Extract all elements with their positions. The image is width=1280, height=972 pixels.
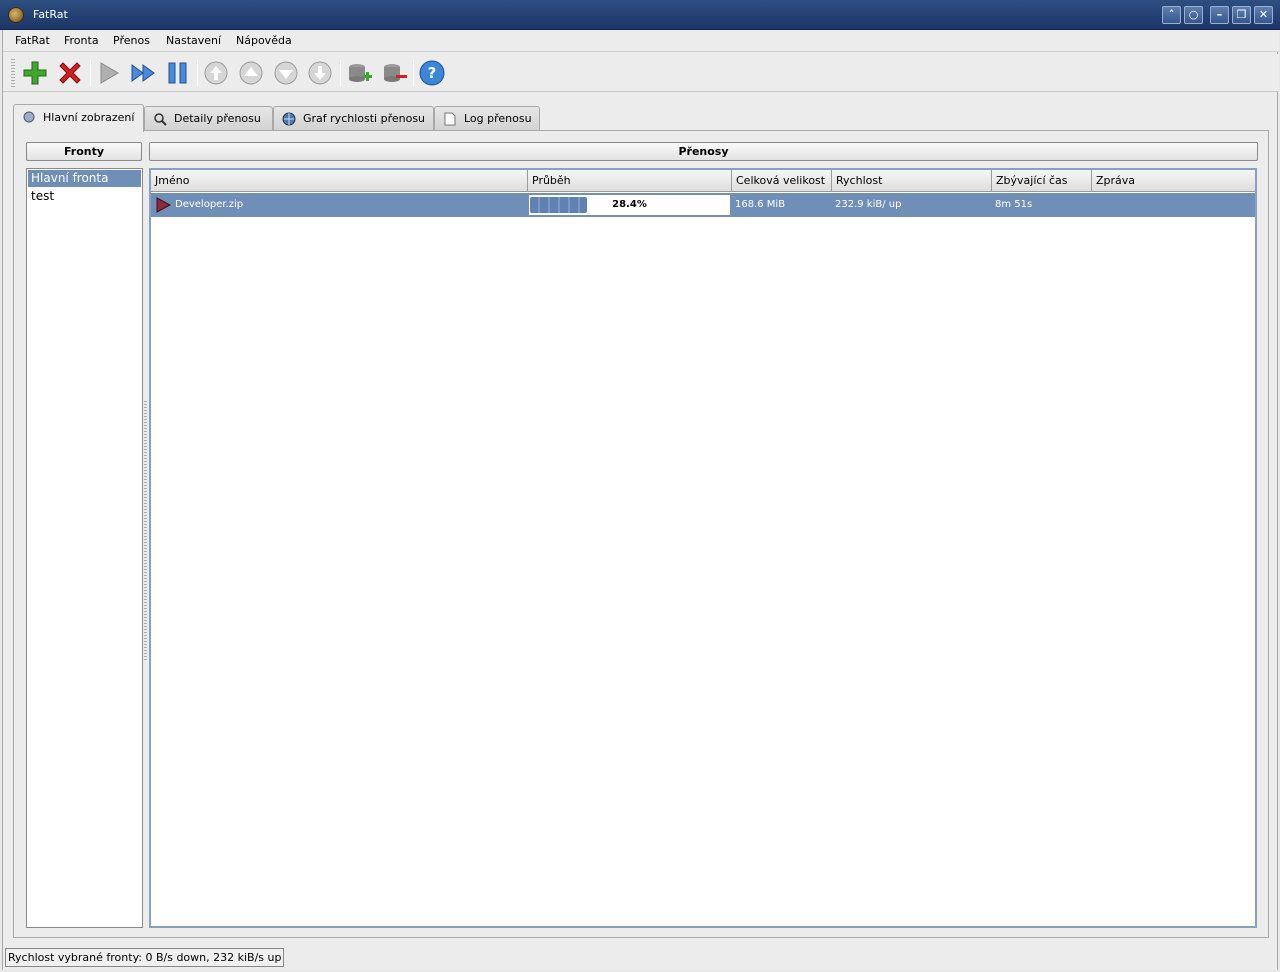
status-bar: Rychlost vybrané fronty: 0 B/s down, 232… (5, 948, 285, 967)
transfers-header: Přenosy (149, 142, 1258, 161)
transfer-remaining: 8m 51s (995, 199, 1033, 210)
active-transfer-icon (156, 197, 171, 213)
transfer-name: Developer.zip (175, 199, 244, 210)
main-view-panel: Fronty Přenosy Hlavní fronta test Jméno … (13, 130, 1269, 938)
sticky-button[interactable]: ○ (1184, 6, 1203, 24)
resume-icon[interactable] (94, 58, 124, 88)
column-header-speed[interactable]: Rychlost (832, 170, 992, 192)
globe-icon (282, 112, 296, 126)
splitter-handle[interactable] (144, 401, 147, 661)
svg-text:?: ? (428, 64, 437, 82)
delete-transfer-icon[interactable] (55, 58, 85, 88)
main-view-icon (23, 111, 35, 123)
toolbar-separator (413, 60, 414, 86)
menu-napoveda[interactable]: Nápověda (230, 32, 298, 50)
toolbar: ? (3, 54, 1279, 92)
document-icon (444, 112, 456, 126)
queue-list[interactable]: Hlavní fronta test (26, 168, 143, 928)
column-header-progress[interactable]: Průběh (528, 170, 732, 192)
magnifier-icon (154, 113, 167, 126)
tab-transfer-log[interactable]: Log přenosu (434, 106, 540, 131)
menu-fronta[interactable]: Fronta (58, 32, 105, 50)
menu-bar: FatRat Fronta Přenos Nastavení Nápověda (3, 30, 1279, 52)
title-bar: FatRat ˄ ○ – ❐ ✕ (0, 0, 1280, 30)
shade-button[interactable]: ˄ (1162, 6, 1181, 24)
progress-bar: 28.4% (528, 194, 731, 216)
app-icon (8, 7, 24, 23)
menu-fatrat[interactable]: FatRat (9, 32, 56, 50)
transfer-size: 168.6 MiB (735, 199, 786, 210)
move-down-icon[interactable] (271, 58, 301, 88)
transfer-table[interactable]: Jméno Průběh Celková velikost Rychlost Z… (149, 168, 1257, 928)
window-title: FatRat (33, 8, 68, 21)
maximize-button[interactable]: ❐ (1232, 6, 1251, 24)
force-resume-icon[interactable] (128, 58, 158, 88)
queues-header: Fronty (26, 142, 142, 161)
column-header-remaining[interactable]: Zbývající čas (992, 170, 1092, 192)
menu-prenos[interactable]: Přenos (107, 32, 156, 50)
tab-label: Hlavní zobrazení (43, 111, 135, 124)
toolbar-separator (197, 60, 198, 86)
move-top-icon[interactable] (201, 58, 231, 88)
help-icon[interactable]: ? (417, 58, 447, 88)
tab-label: Log přenosu (464, 112, 532, 125)
queue-item-test[interactable]: test (28, 188, 141, 205)
column-header-message[interactable]: Zpráva (1092, 170, 1255, 192)
remove-queue-icon[interactable] (379, 58, 409, 88)
main-window: FatRat Fronta Přenos Nastavení Nápověda (2, 30, 1279, 970)
column-header-name[interactable]: Jméno (151, 170, 528, 192)
transfer-speed: 232.9 kiB/ up (835, 199, 902, 210)
tab-label: Detaily přenosu (174, 112, 261, 125)
add-queue-icon[interactable] (344, 58, 374, 88)
move-up-icon[interactable] (236, 58, 266, 88)
queue-item-main[interactable]: Hlavní fronta (28, 170, 141, 187)
move-bottom-icon[interactable] (305, 58, 335, 88)
progress-text: 28.4% (612, 199, 647, 210)
menu-nastaveni[interactable]: Nastavení (160, 32, 227, 50)
tab-label: Graf rychlosti přenosu (303, 112, 426, 125)
add-transfer-icon[interactable] (20, 58, 50, 88)
toolbar-separator (340, 60, 341, 86)
table-row[interactable]: Developer.zip 28.4% 168.6 MiB 232.9 kiB/… (151, 193, 1255, 217)
column-header-size[interactable]: Celková velikost (732, 170, 832, 192)
toolbar-grip[interactable] (11, 59, 15, 87)
toolbar-separator (90, 60, 91, 86)
tab-transfer-details[interactable]: Detaily přenosu (144, 106, 273, 131)
tab-main-view[interactable]: Hlavní zobrazení (13, 104, 144, 132)
close-button[interactable]: ✕ (1254, 6, 1273, 24)
tab-speed-graph[interactable]: Graf rychlosti přenosu (273, 106, 434, 131)
pause-icon[interactable] (163, 58, 193, 88)
minimize-button[interactable]: – (1210, 6, 1229, 24)
